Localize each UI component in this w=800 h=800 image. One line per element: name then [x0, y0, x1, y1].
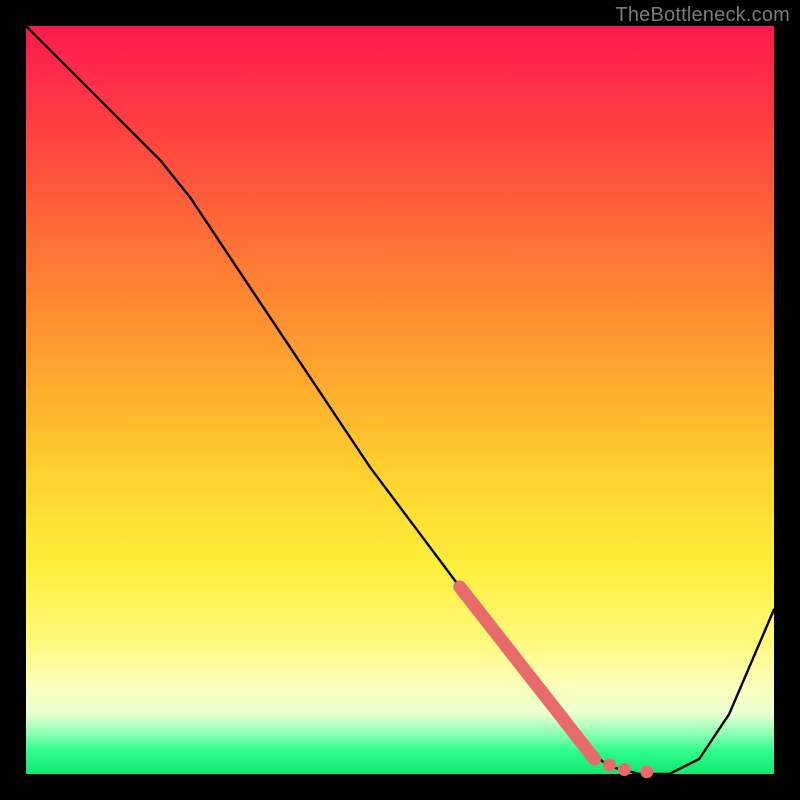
bottleneck-highlight-dots [603, 759, 653, 779]
plot-area [26, 26, 774, 774]
watermark-text: TheBottleneck.com [615, 4, 790, 27]
highlight-dot [603, 759, 616, 772]
highlight-dot [640, 765, 653, 778]
bottleneck-highlight-segment [460, 587, 595, 759]
curve-svg [26, 26, 774, 774]
highlight-dot [618, 763, 631, 776]
chart-frame: TheBottleneck.com [0, 0, 800, 800]
bottleneck-curve-path [26, 26, 774, 774]
